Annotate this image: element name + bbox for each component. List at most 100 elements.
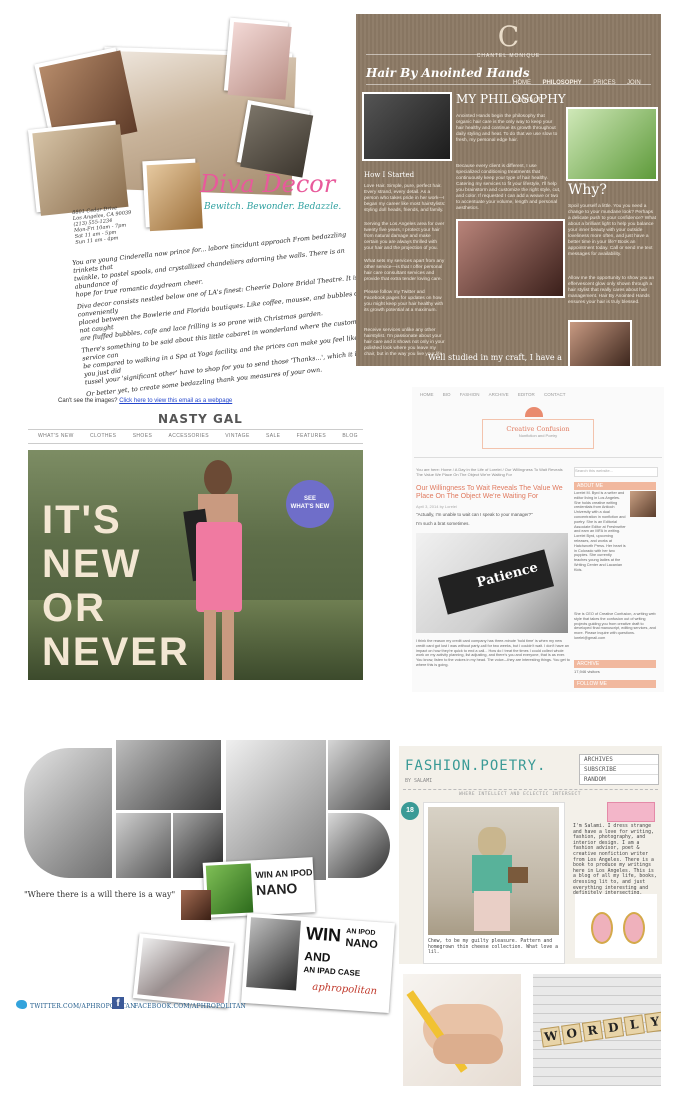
studied-text: Well studied in my craft, I have a bbox=[428, 353, 562, 362]
see-whats-new-badge[interactable]: SEE WHAT'S NEW bbox=[286, 480, 334, 528]
boutique-photo-5 bbox=[142, 158, 203, 232]
pencil-hands-photo bbox=[403, 974, 521, 1086]
promo2-and: AND bbox=[303, 949, 331, 965]
site-logo[interactable]: Creative Confusion Nonfiction and Poetry bbox=[482, 419, 594, 449]
nav-shoes[interactable]: SHOES bbox=[133, 433, 153, 439]
nav-vintage[interactable]: VINTAGE bbox=[225, 433, 249, 439]
motto-quote: "Where there is a will there is a way" bbox=[24, 890, 176, 899]
nav-clothes[interactable]: CLOTHES bbox=[90, 433, 116, 439]
logo-flower-icon bbox=[525, 407, 543, 417]
blog-title[interactable]: FASHION.POETRY. bbox=[405, 758, 546, 774]
nav-random[interactable]: RANDOM bbox=[580, 775, 658, 784]
boutique-photo-3 bbox=[237, 100, 314, 178]
nav-home[interactable]: HOME bbox=[513, 80, 531, 86]
stylist-portrait bbox=[456, 219, 565, 298]
facebook-icon[interactable]: f bbox=[112, 997, 124, 1009]
pink-badge bbox=[607, 802, 655, 822]
promo-photo-small bbox=[181, 890, 211, 920]
aphro-brand: aphropolitan bbox=[311, 981, 378, 998]
divider bbox=[403, 789, 658, 790]
creative-confusion-panel: HOME BIO FASHION ARCHIVE EDITOR CONTACT … bbox=[412, 387, 664, 692]
how-text: Love Hair. Simple, pure, perfect hair. E… bbox=[364, 184, 446, 213]
promo2-ipod: AN IPOD bbox=[346, 927, 376, 937]
sidebar-avatar: I'm Salami. I dress strange and have a l… bbox=[571, 802, 659, 962]
boutique-photo-4 bbox=[27, 120, 129, 216]
breadcrumb: You are here: Home / A Day in the Life o… bbox=[416, 467, 563, 477]
nav-features[interactable]: FEATURES bbox=[297, 433, 327, 439]
facebook-link[interactable]: FACEBOOK.COM/APHROPOLITAN bbox=[134, 1003, 246, 1010]
nav-fashion[interactable]: FASHION bbox=[460, 392, 480, 397]
post-title[interactable]: Our Willingness To Wait Reveals The Valu… bbox=[416, 485, 566, 501]
how-text-3: What sets my services apart from any oth… bbox=[364, 259, 445, 282]
nav-blog[interactable]: BLOG bbox=[342, 433, 358, 439]
why-text-2: Allow me the opportunity to show you an … bbox=[568, 276, 655, 305]
fashion-collage-card bbox=[132, 933, 235, 1008]
sidebar-about-heading: ABOUT ME bbox=[574, 482, 656, 490]
logo-title: Creative Confusion bbox=[506, 425, 570, 433]
author-bio: Lorelei M. Byrd is a writer and editor l… bbox=[574, 491, 626, 572]
blog-byline: BY SALAMI bbox=[405, 778, 433, 784]
cant-see-text: Can't see the images? bbox=[58, 398, 118, 404]
headline: IT'S NEW OR NEVER bbox=[42, 498, 190, 674]
salon-photo-1 bbox=[362, 92, 452, 161]
promo2-win: WIN bbox=[305, 923, 342, 946]
sidebar-archive-heading[interactable]: ARCHIVE bbox=[574, 660, 656, 668]
nav-prices[interactable]: PRICES bbox=[593, 80, 615, 86]
why-heading: Why? bbox=[568, 182, 607, 198]
headline-line: OR bbox=[42, 586, 106, 630]
post-photo bbox=[428, 807, 559, 935]
site-title[interactable]: Hair By Anointed Hands bbox=[366, 66, 530, 80]
post-body: I think the reason my credit card compan… bbox=[416, 639, 570, 667]
leaf-photo bbox=[566, 107, 658, 181]
boutique-photo-2 bbox=[223, 17, 292, 100]
author-photo bbox=[630, 491, 656, 517]
nav-philosophy[interactable]: PHILOSOPHY bbox=[542, 80, 581, 86]
fashion-poetry-panel: FASHION.POETRY. BY SALAMI ARCHIVES SUBSC… bbox=[399, 746, 662, 964]
earrings-photo bbox=[575, 894, 657, 958]
badge-line: WHAT'S NEW bbox=[290, 504, 330, 510]
post-frame: Chew, to be my guilty pleasure. Pattern … bbox=[423, 802, 565, 964]
divider bbox=[28, 443, 363, 444]
ipod-promo-card[interactable]: WIN AN IPOD NANO bbox=[202, 857, 316, 918]
blog-nav: ARCHIVES SUBSCRIBE RANDOM bbox=[579, 754, 659, 785]
nav-join[interactable]: JOIN bbox=[627, 80, 641, 86]
nav-accessories[interactable]: ACCESSORIES bbox=[168, 433, 209, 439]
collage-photo bbox=[137, 937, 230, 1004]
nav-archives[interactable]: ARCHIVES bbox=[580, 755, 658, 765]
diva-address: 8801 Cedar Drive Los Angeles, CA 90039 (… bbox=[72, 204, 134, 246]
nav-editor[interactable]: EDITOR bbox=[518, 392, 535, 397]
headline-line: NEVER bbox=[42, 630, 190, 674]
nav-sale[interactable]: SALE bbox=[266, 433, 280, 439]
nav-subscribe[interactable]: SUBSCRIBE bbox=[580, 765, 658, 775]
sidebar-follow-heading[interactable]: FOLLOW ME bbox=[574, 680, 656, 688]
hero-banner[interactable]: IT'S NEW OR NEVER SEE WHAT'S NEW bbox=[28, 450, 363, 680]
patience-image: Patience bbox=[416, 533, 568, 633]
view-webpage-link[interactable]: Click here to view this email as a webpa… bbox=[119, 398, 232, 404]
photo-man-suit bbox=[116, 813, 171, 878]
twitter-bird-icon[interactable] bbox=[16, 1000, 27, 1009]
post-quote: "Actually, I'm unable to wait can I spea… bbox=[416, 512, 533, 517]
nastygal-logo[interactable]: NASTY GAL bbox=[158, 412, 243, 426]
how-heading: How I Started bbox=[364, 171, 415, 179]
nav-contact[interactable]: CONTACT bbox=[544, 392, 565, 397]
nav-bio[interactable]: BIO bbox=[443, 392, 451, 397]
photo-bw-woman bbox=[328, 813, 390, 878]
photo-man-chair bbox=[116, 740, 221, 810]
badge-line: SEE bbox=[303, 496, 316, 502]
nav-archive[interactable]: ARCHIVE bbox=[489, 392, 509, 397]
photo-man-sitting bbox=[328, 740, 390, 810]
nav-whats-new[interactable]: WHAT'S NEW bbox=[38, 433, 74, 439]
ipad-promo-card[interactable]: WIN AN IPOD NANO AND AN IPAD CASE aphrop… bbox=[241, 912, 395, 1014]
blog-tagline: WHERE INTELLECT AND ECLECTIC INTERSECT bbox=[459, 792, 581, 797]
date-badge: 18 bbox=[401, 802, 419, 820]
tile: R bbox=[581, 1020, 604, 1042]
model-figure bbox=[178, 460, 258, 680]
nastygal-nav: WHAT'S NEW CLOTHES SHOES ACCESSORIES VIN… bbox=[38, 433, 358, 439]
top-nav: HOME BIO FASHION ARCHIVE EDITOR CONTACT bbox=[420, 392, 565, 397]
philosophy-intro: Anointed Hands begin the philosophy that… bbox=[456, 114, 558, 143]
logo-subtitle: Nonfiction and Poetry bbox=[518, 433, 558, 438]
why-text: Spoil yourself a little. You you need a … bbox=[568, 204, 656, 257]
post-caption: Chew, to be my guilty pleasure. Pattern … bbox=[428, 939, 558, 956]
nav-home[interactable]: HOME bbox=[420, 392, 434, 397]
search-input[interactable]: Search this website... bbox=[574, 467, 658, 477]
